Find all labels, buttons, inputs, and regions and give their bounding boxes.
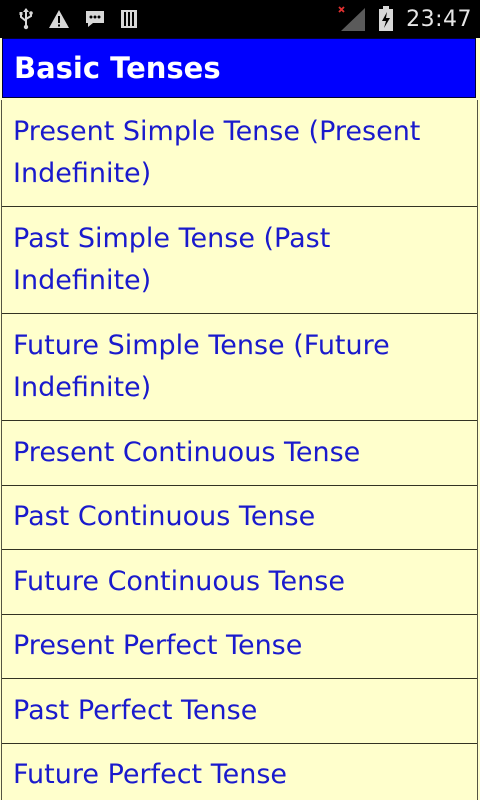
list-item-label: Present Simple Tense (Present Indefinite… [13,116,421,189]
list-item-future-simple[interactable]: Future Simple Tense (Future Indefinite) [2,314,477,421]
list-item-future-continuous[interactable]: Future Continuous Tense [2,550,477,615]
list-item-past-simple[interactable]: Past Simple Tense (Past Indefinite) [2,207,477,314]
list-item-label: Present Perfect Tense [13,630,303,662]
system-indicators: 23:47 [338,0,472,38]
list-item-present-continuous[interactable]: Present Continuous Tense [2,421,477,486]
list-item-present-simple[interactable]: Present Simple Tense (Present Indefinite… [2,100,477,207]
notification-icons [18,0,138,38]
list-item-future-perfect[interactable]: Future Perfect Tense [2,744,477,800]
usb-icon [19,8,33,30]
list-item-label: Future Continuous Tense [13,565,345,597]
list-item-past-perfect[interactable]: Past Perfect Tense [2,679,477,744]
warning-icon [49,10,69,28]
list-item-past-continuous[interactable]: Past Continuous Tense [2,486,477,550]
list-item-present-perfect[interactable]: Present Perfect Tense [2,615,477,679]
list-item-label: Past Continuous Tense [13,501,316,533]
battery-charging-icon [379,6,394,31]
status-bar: 23:47 [0,0,480,38]
list-item-label: Future Simple Tense (Future Indefinite) [13,330,390,403]
tense-list[interactable]: Present Simple Tense (Present Indefinite… [1,100,478,800]
list-item-label: Future Perfect Tense [13,759,288,791]
chat-icon [86,11,104,27]
list-item-label: Past Simple Tense (Past Indefinite) [13,223,331,296]
list-item-label: Past Perfect Tense [13,694,258,726]
list-item-label: Present Continuous Tense [13,436,361,468]
title-bar: Basic Tenses [2,38,476,98]
page-title: Basic Tenses [14,51,221,85]
signal-icon [338,6,366,31]
sd-card-icon [121,10,137,28]
status-clock: 23:47 [406,6,472,32]
